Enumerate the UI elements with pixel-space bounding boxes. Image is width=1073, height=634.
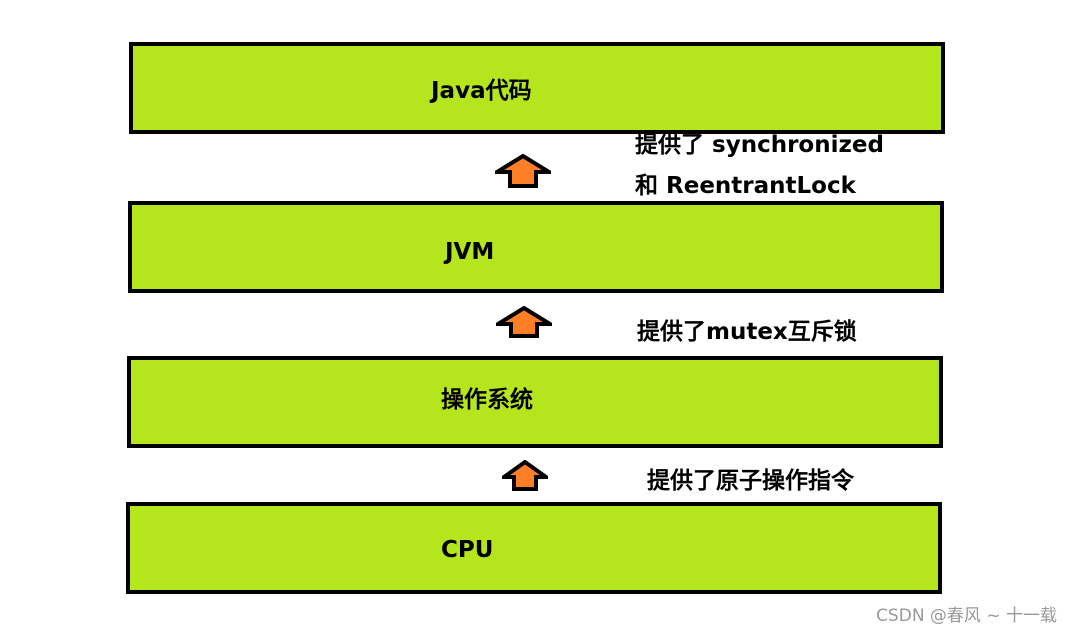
watermark: CSDN @春风 ~ 十一载 (876, 606, 1057, 626)
note-jvm-provides-line2: 和 ReentrantLock (635, 173, 856, 199)
layer-operating-system (127, 356, 943, 448)
up-arrow-icon (502, 460, 548, 491)
layer-cpu-label: CPU (441, 537, 494, 563)
layer-java-code-label: Java代码 (431, 78, 532, 104)
layer-jvm (128, 201, 944, 293)
layer-jvm-label: JVM (445, 239, 495, 265)
note-cpu-provides: 提供了原子操作指令 (647, 468, 854, 494)
up-arrow-icon (496, 306, 552, 338)
note-jvm-provides-line1: 提供了 synchronized (635, 132, 884, 158)
layer-cpu (126, 502, 942, 594)
note-os-provides: 提供了mutex互斥锁 (637, 319, 857, 345)
layer-operating-system-label: 操作系统 (441, 387, 533, 413)
layer-java-code (129, 42, 945, 134)
up-arrow-icon (495, 154, 551, 188)
